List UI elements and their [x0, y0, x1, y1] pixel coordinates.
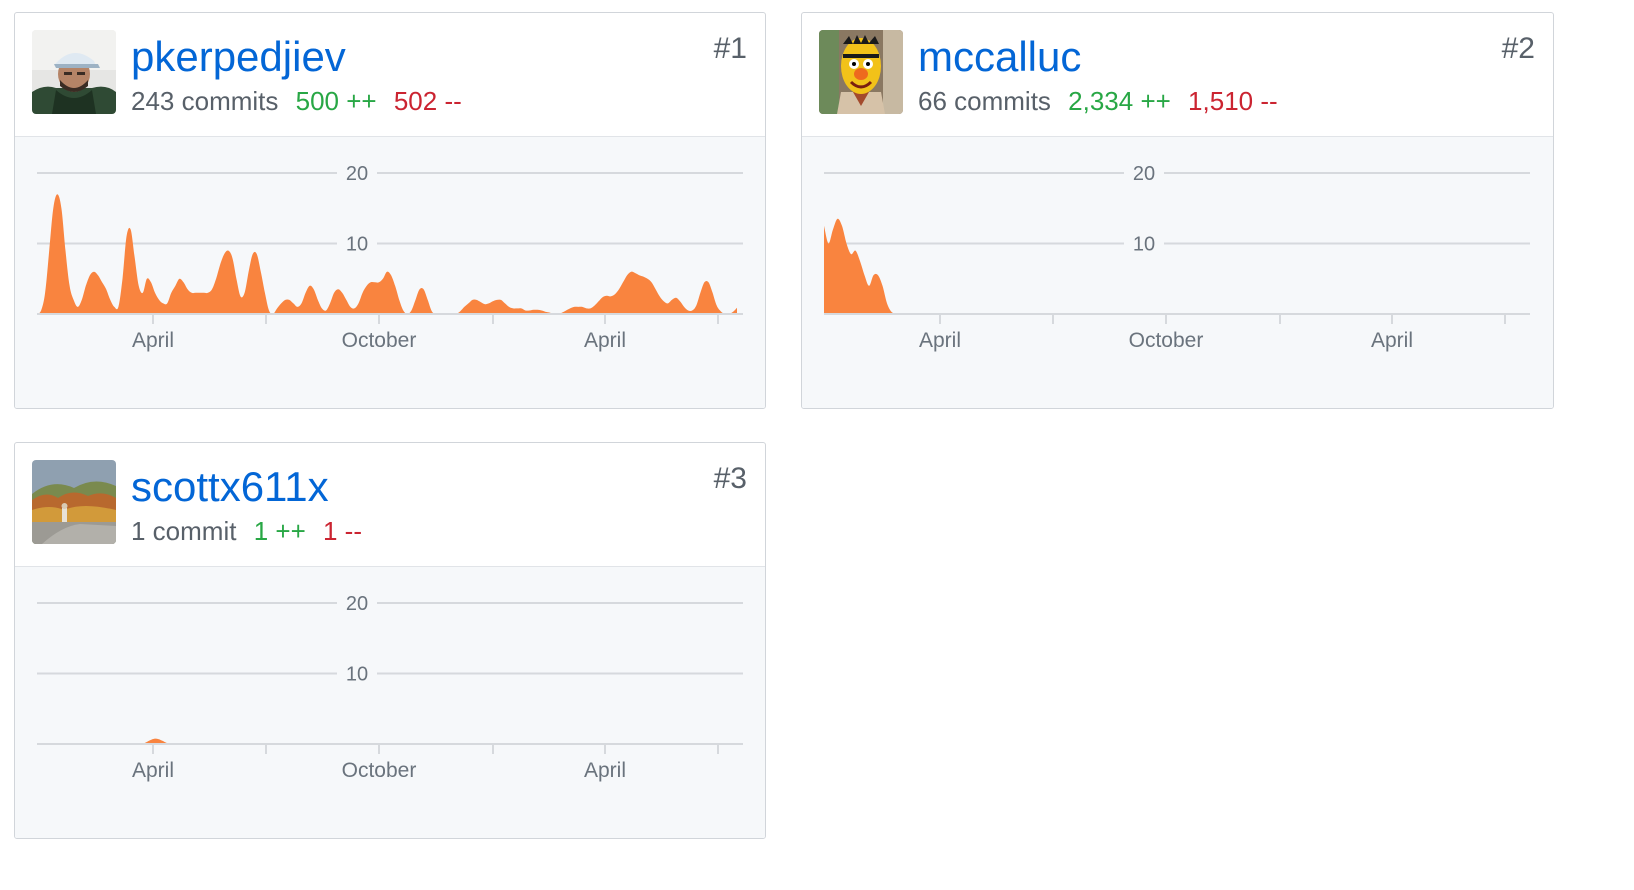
username-link[interactable]: pkerpedjiev: [131, 31, 346, 83]
y-tick-label: 20: [346, 593, 368, 615]
rank-label: #1: [713, 32, 747, 65]
avatar[interactable]: [819, 30, 903, 114]
commits-link[interactable]: 243 commits: [131, 86, 278, 116]
commits-area: [37, 194, 737, 314]
contributor-header: scottx611x #3 1 commit 1 ++ 1 --: [15, 443, 765, 567]
x-tick-label: April: [919, 329, 961, 352]
contributions-chart: 10 20 April October April: [37, 592, 743, 782]
commits-link[interactable]: 66 commits: [918, 86, 1051, 116]
rank-label: #3: [713, 462, 747, 495]
contribution-stats: 243 commits 500 ++ 502 --: [131, 85, 462, 117]
additions-count: 2,334 ++: [1068, 86, 1171, 116]
y-tick-label: 20: [1133, 163, 1155, 185]
y-tick-label: 10: [1133, 234, 1155, 256]
x-tick-label: April: [1371, 329, 1413, 352]
x-tick-label: April: [132, 759, 174, 782]
x-tick-label: April: [132, 329, 174, 352]
x-tick-label: April: [584, 759, 626, 782]
contribution-stats: 66 commits 2,334 ++ 1,510 --: [918, 85, 1278, 117]
contributor-card: pkerpedjiev #1 243 commits 500 ++ 502 --…: [14, 12, 766, 409]
y-tick-label: 20: [346, 163, 368, 185]
deletions-count: 502 --: [393, 86, 462, 116]
contributions-chart: 10 20 April October April: [37, 162, 743, 352]
avatar[interactable]: [32, 30, 116, 114]
chart-area: 10 20 April October April: [802, 137, 1553, 408]
hiker-autumn-avatar-image: [32, 460, 116, 544]
contributor-header: mccalluc #2 66 commits 2,334 ++ 1,510 --: [802, 13, 1553, 137]
contributor-header: pkerpedjiev #1 243 commits 500 ++ 502 --: [15, 13, 765, 137]
x-tick-label: April: [584, 329, 626, 352]
man-in-cap-avatar-image: [32, 30, 116, 114]
rank-label: #2: [1501, 32, 1535, 65]
deletions-count: 1 --: [323, 516, 362, 546]
contribution-stats: 1 commit 1 ++ 1 --: [131, 515, 362, 547]
commits-link[interactable]: 1 commit: [131, 516, 236, 546]
chart-area: 10 20 April October April: [15, 137, 765, 408]
contributor-card: scottx611x #3 1 commit 1 ++ 1 -- 10 20 Apr…: [14, 442, 766, 839]
deletions-count: 1,510 --: [1188, 86, 1278, 116]
y-tick-label: 10: [346, 664, 368, 686]
additions-count: 1 ++: [253, 516, 306, 546]
username-link[interactable]: scottx611x: [131, 461, 329, 513]
avatar[interactable]: [32, 460, 116, 544]
y-tick-label: 10: [346, 234, 368, 256]
username-link[interactable]: mccalluc: [918, 31, 1081, 83]
x-tick-label: October: [342, 759, 417, 782]
x-tick-label: October: [1129, 329, 1204, 352]
contributions-chart: 10 20 April October April: [824, 162, 1530, 352]
contributor-card: mccalluc #2 66 commits 2,334 ++ 1,510 --…: [801, 12, 1554, 409]
x-tick-label: October: [342, 329, 417, 352]
yellow-puppet-avatar-image: [819, 30, 903, 114]
additions-count: 500 ++: [295, 86, 377, 116]
chart-area: 10 20 April October April: [15, 567, 765, 838]
commits-area: [824, 218, 896, 314]
